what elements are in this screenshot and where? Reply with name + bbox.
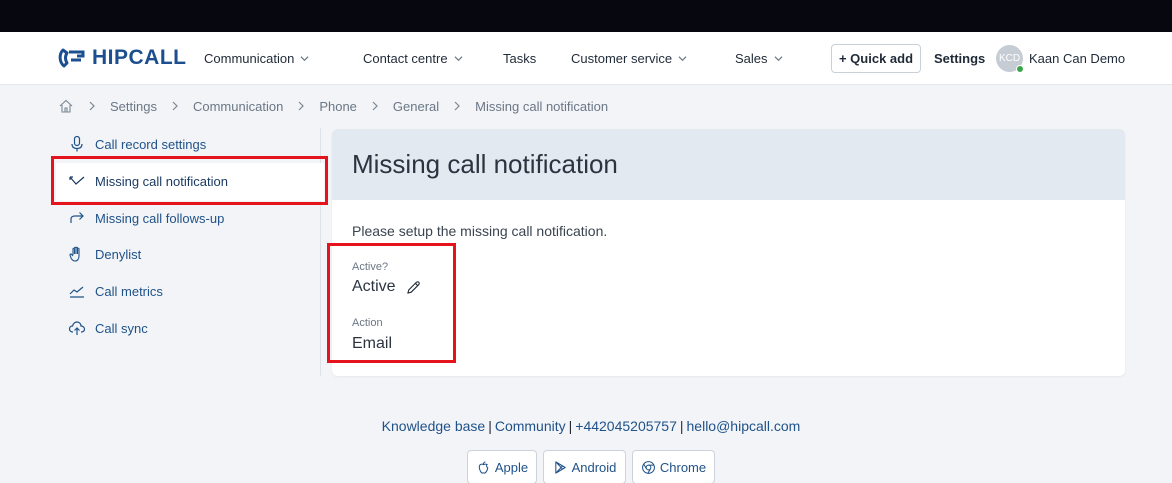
breadcrumb-item[interactable]: General: [393, 99, 439, 114]
action-field-value: Email: [352, 335, 392, 353]
chevron-right-icon: [371, 101, 379, 111]
quick-add-button[interactable]: + Quick add: [831, 44, 921, 73]
online-status-dot: [1016, 65, 1024, 73]
user-name[interactable]: Kaan Can Demo: [1029, 51, 1125, 66]
window-top-bar: [0, 0, 1172, 32]
settings-link[interactable]: Settings: [934, 51, 985, 66]
sidebar-item-label: Call metrics: [95, 283, 163, 299]
logo-text: HIPCALL: [92, 46, 187, 69]
footer-link-knowledge-base[interactable]: Knowledge base: [382, 418, 486, 434]
hand-icon: [69, 246, 80, 262]
sidebar-item-missing-call-follows-up[interactable]: Missing call follows-up: [68, 209, 224, 227]
chevron-right-icon: [453, 101, 461, 111]
chevron-down-icon: [678, 56, 687, 62]
nav-tasks[interactable]: Tasks: [503, 51, 536, 66]
settings-sidebar: Call record settings Missing call notifi…: [56, 128, 328, 376]
chevron-down-icon: [300, 56, 309, 62]
chrome-extension-button[interactable]: Chrome: [632, 450, 715, 483]
card-description: Please setup the missing call notificati…: [352, 223, 608, 239]
nav-label: Customer service: [571, 51, 673, 66]
chevron-down-icon: [774, 56, 783, 62]
apple-icon: [478, 460, 489, 474]
sidebar-item-denylist[interactable]: Denylist: [68, 245, 141, 263]
android-icon: [554, 460, 566, 474]
footer-link-community[interactable]: Community: [495, 418, 566, 434]
sidebar-item-missing-call-notification[interactable]: Missing call notification: [68, 172, 228, 190]
chevron-right-icon: [297, 101, 305, 111]
nav-contact-centre[interactable]: Contact centre: [363, 51, 463, 66]
sidebar-item-label: Missing call follows-up: [95, 210, 225, 226]
home-icon[interactable]: [58, 98, 74, 114]
sidebar-item-label: Denylist: [95, 246, 142, 262]
missed-call-icon: [69, 176, 85, 185]
apple-app-button[interactable]: Apple: [467, 450, 537, 483]
page-title: Missing call notification: [352, 149, 618, 179]
sidebar-item-call-record-settings[interactable]: Call record settings: [68, 135, 206, 153]
android-app-button[interactable]: Android: [543, 450, 626, 483]
active-field-label: Active?: [352, 261, 389, 273]
footer-link-email[interactable]: hello@hipcall.com: [687, 418, 801, 434]
app-header: HIPCALL Communication Contact centre Tas…: [0, 32, 1172, 85]
breadcrumb-item[interactable]: Communication: [193, 99, 283, 114]
active-indicator: [325, 163, 328, 201]
hipcall-logo[interactable]: HIPCALL: [57, 46, 187, 70]
active-value-text: Active: [352, 278, 396, 295]
avatar-initials: KCD: [998, 53, 1021, 64]
chrome-icon: [641, 460, 655, 474]
footer-link-phone[interactable]: +442045205757: [575, 418, 677, 434]
pencil-icon[interactable]: [406, 280, 421, 295]
action-field-label: Action: [352, 317, 383, 329]
phone-logo-icon: [58, 48, 85, 68]
line-chart-icon: [69, 286, 84, 298]
sidebar-item-call-metrics[interactable]: Call metrics: [68, 282, 163, 300]
store-label: Android: [571, 459, 617, 475]
chevron-right-icon: [171, 101, 179, 111]
sidebar-item-label: Call record settings: [95, 136, 207, 152]
nav-label: Tasks: [503, 51, 537, 66]
sidebar-item-label: Call sync: [95, 320, 148, 336]
active-field-value: Active: [352, 278, 421, 296]
nav-label: Sales: [735, 51, 768, 66]
breadcrumb-item[interactable]: Phone: [319, 99, 357, 114]
chevron-down-icon: [454, 56, 463, 62]
breadcrumb-current: Missing call notification: [475, 98, 609, 114]
nav-sales[interactable]: Sales: [735, 51, 783, 66]
nav-customer-service[interactable]: Customer service: [571, 51, 687, 66]
breadcrumb-item[interactable]: Settings: [110, 99, 157, 114]
card-header: Missing call notification: [332, 129, 1125, 200]
microphone-icon: [71, 135, 83, 152]
chevron-right-icon: [88, 101, 96, 111]
nav-communication[interactable]: Communication: [204, 51, 309, 66]
avatar[interactable]: KCD: [996, 45, 1024, 73]
footer-links: Knowledge base | Community | +442045205757 | h…: [381, 418, 801, 434]
action-value-text: Email: [352, 335, 393, 352]
breadcrumb: Settings Communication Phone General Mis…: [58, 98, 608, 114]
store-label: Apple: [494, 459, 529, 475]
sidebar-item-label: Missing call notification: [95, 173, 228, 189]
sidebar-item-call-sync[interactable]: Call sync: [68, 319, 148, 337]
forward-arrow-icon: [70, 212, 84, 223]
settings-card: Missing call notification Please setup t…: [332, 129, 1125, 376]
nav-label: Communication: [204, 51, 295, 66]
nav-label: Contact centre: [363, 51, 448, 66]
store-label: Chrome: [659, 459, 707, 475]
cloud-upload-icon: [68, 321, 86, 335]
